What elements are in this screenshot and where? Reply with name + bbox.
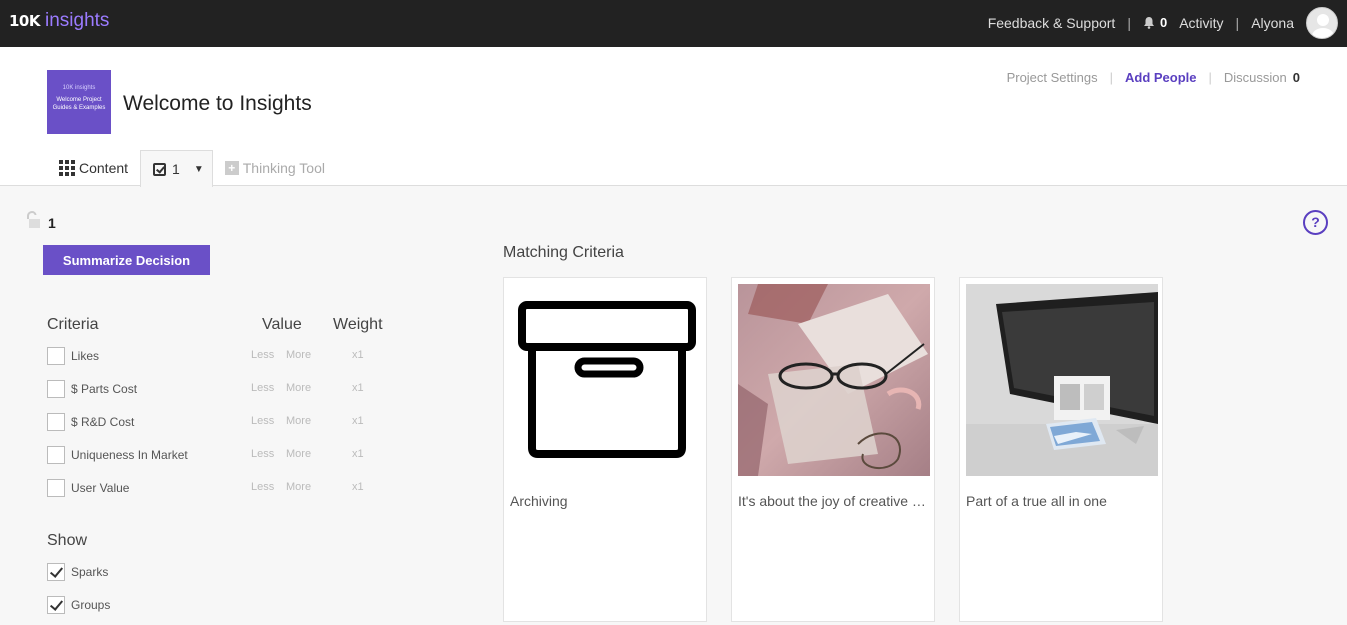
criteria-label: Likes [71, 349, 100, 363]
criteria-label: $ Parts Cost [71, 382, 138, 396]
criteria-checkbox[interactable] [47, 347, 65, 365]
show-option-label: Groups [71, 598, 111, 612]
criteria-label: $ R&D Cost [71, 415, 135, 429]
caret-down-icon[interactable]: ▼ [194, 164, 204, 175]
show-option: Sparks [47, 563, 377, 583]
project-thumbnail: 10K insights Welcome Project Guides & Ex… [47, 70, 111, 134]
less-button[interactable]: Less [251, 448, 274, 460]
weight-value[interactable]: x1 [352, 349, 364, 361]
tab-thinking-tool-label: Thinking Tool [242, 160, 325, 176]
criteria-header: Criteria [47, 316, 99, 333]
top-nav: Feedback & Support | 0 Activity | Alyona [988, 6, 1338, 39]
criteria-checkbox[interactable] [47, 446, 65, 464]
show-option-label: Sparks [71, 565, 109, 579]
tab-content[interactable]: Content [47, 150, 140, 186]
criteria-row: User Value Less More x1 [47, 479, 377, 499]
plus-icon: + [224, 161, 239, 175]
tab-content-label: Content [79, 160, 129, 176]
criteria-row: Uniqueness In Market Less More x1 [47, 446, 377, 466]
tab-decision-label: 1 [172, 161, 180, 177]
more-button[interactable]: More [286, 415, 311, 427]
thumbnail-logo: 10K insights [62, 85, 96, 91]
unlock-icon[interactable] [25, 211, 41, 229]
decision-number: 1 [48, 215, 56, 231]
divider: | [1109, 70, 1113, 85]
card-caption: It's about the joy of creative process [738, 493, 928, 509]
weight-header: Weight [333, 316, 383, 333]
feedback-link[interactable]: Feedback & Support [988, 15, 1116, 31]
less-button[interactable]: Less [251, 349, 274, 361]
criteria-checkbox[interactable] [47, 479, 65, 497]
criteria-checkbox[interactable] [47, 413, 65, 431]
project-header: 10K insights Welcome Project Guides & Ex… [0, 47, 1347, 187]
avatar[interactable] [1306, 6, 1338, 39]
user-name[interactable]: Alyona [1251, 15, 1294, 31]
project-settings-link[interactable]: Project Settings [1007, 70, 1098, 85]
grid-icon [59, 160, 75, 176]
matching-criteria-title: Matching Criteria [503, 244, 624, 261]
divider: | [1127, 14, 1131, 31]
summarize-decision-button[interactable]: Summarize Decision [43, 245, 210, 275]
weight-value[interactable]: x1 [352, 448, 364, 460]
glasses-photo [738, 284, 930, 476]
criteria-label: Uniqueness In Market [71, 448, 188, 462]
weight-value[interactable]: x1 [352, 415, 364, 427]
value-header: Value [262, 316, 302, 333]
criteria-row: Likes Less More x1 [47, 347, 377, 367]
discussion-link[interactable]: Discussion [1224, 70, 1287, 85]
show-header: Show [47, 532, 88, 549]
show-option: Groups [47, 596, 377, 616]
page-title: Welcome to Insights [123, 92, 312, 115]
less-button[interactable]: Less [251, 481, 274, 493]
notification-count[interactable]: 0 [1160, 15, 1167, 30]
help-icon[interactable]: ? [1303, 210, 1328, 235]
more-button[interactable]: More [286, 448, 311, 460]
activity-link[interactable]: Activity [1179, 15, 1223, 31]
criteria-row: $ Parts Cost Less More x1 [47, 380, 377, 400]
criteria-row: $ R&D Cost Less More x1 [47, 413, 377, 433]
divider: | [1235, 14, 1240, 31]
tab-thinking-tool[interactable]: + Thinking Tool [213, 150, 337, 186]
monitor-photo [966, 284, 1158, 476]
tab-decision[interactable]: 1 ▼ [140, 150, 213, 187]
weight-value[interactable]: x1 [352, 481, 364, 493]
divider: | [1208, 70, 1212, 85]
weight-value[interactable]: x1 [352, 382, 364, 394]
bell-icon[interactable] [1143, 16, 1155, 29]
more-button[interactable]: More [286, 481, 311, 493]
brand-mark: 10K [9, 12, 41, 30]
card-caption: Part of a true all in one [966, 493, 1107, 509]
criteria-checkbox[interactable] [47, 380, 65, 398]
less-button[interactable]: Less [251, 415, 274, 427]
add-people-link[interactable]: Add People [1125, 70, 1197, 85]
discussion-count: 0 [1292, 70, 1300, 85]
brand-logo[interactable]: 10K insights [9, 10, 109, 32]
checkbox-icon [153, 162, 167, 176]
spark-card[interactable]: Archiving [503, 277, 707, 622]
spark-card[interactable]: It's about the joy of creative process [731, 277, 935, 622]
more-button[interactable]: More [286, 382, 311, 394]
criteria-label: User Value [71, 481, 130, 495]
groups-checkbox[interactable] [47, 596, 65, 614]
sparks-checkbox[interactable] [47, 563, 65, 581]
tab-bar: Content 1 ▼ + Thinking Tool [47, 150, 337, 187]
project-links: Project Settings | Add People | Discussi… [1007, 70, 1300, 85]
top-bar: 10K insights Feedback & Support | 0 Acti… [0, 0, 1347, 47]
less-button[interactable]: Less [251, 382, 274, 394]
thumbnail-text: Welcome Project Guides & Examples [52, 97, 106, 111]
card-caption: Archiving [510, 493, 568, 509]
archive-box-icon [510, 284, 702, 476]
brand-name: insights [45, 10, 110, 31]
spark-card[interactable]: Part of a true all in one [959, 277, 1163, 622]
more-button[interactable]: More [286, 349, 311, 361]
